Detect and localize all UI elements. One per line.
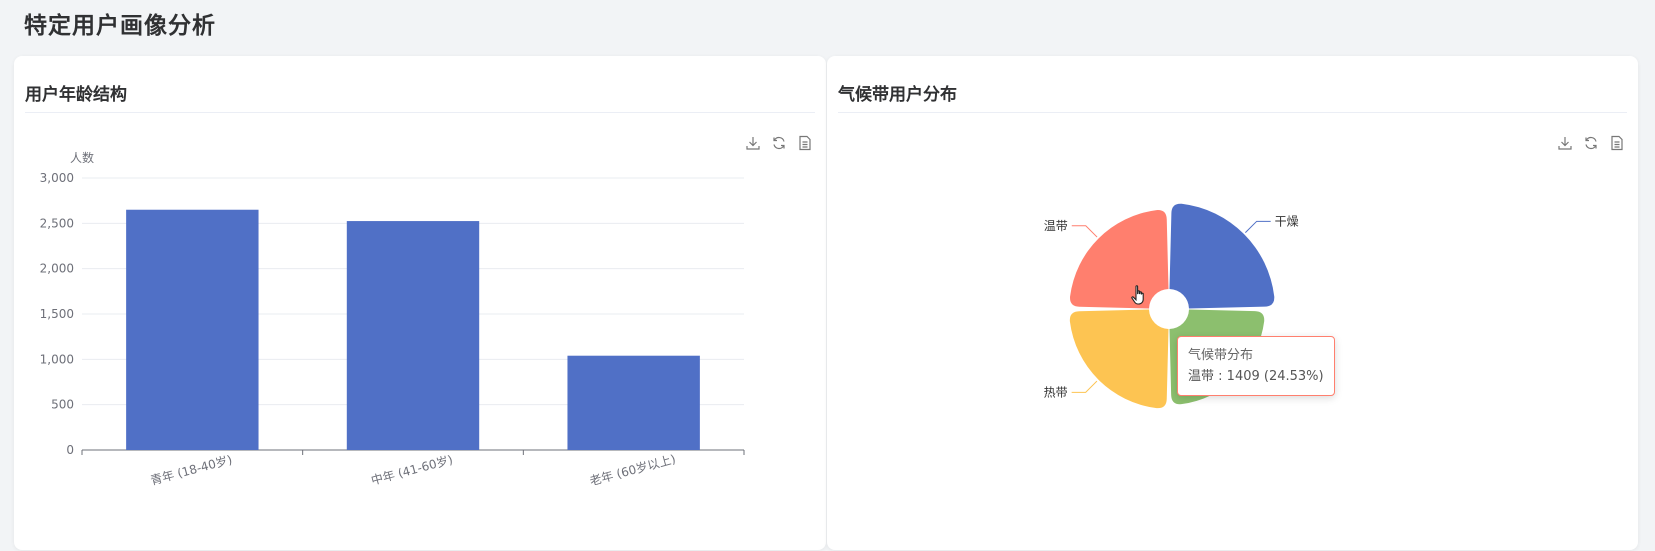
tooltip-separator: : [1214, 369, 1227, 384]
x-tick-label: 老年 (60岁以上) [588, 451, 677, 488]
pie-label: 干燥 [1275, 214, 1299, 228]
y-tick-label: 2,000 [40, 262, 74, 276]
x-tick-label: 青年 (18-40岁) [149, 452, 234, 488]
y-tick-label: 3,000 [40, 171, 74, 185]
pie-tooltip: 气候带分布 温带 : 1409 (24.53%) [1177, 336, 1335, 396]
x-tick-label: 中年 (41-60岁) [369, 452, 454, 488]
y-tick-label: 0 [66, 443, 74, 457]
climate-pie-chart: 干燥寒带热带温带 [1044, 203, 1299, 409]
pie-slice [1070, 210, 1169, 309]
age-structure-card: 用户年龄结构 0 500 1,000 1,500 2,000 2,500 3,000 人数 青年… [14, 56, 826, 550]
y-axis-label: 人数 [70, 150, 94, 165]
pie-slice [1069, 309, 1169, 409]
bar [126, 209, 259, 450]
y-tick-label: 1,000 [40, 352, 74, 366]
climate-distribution-card: 气候带用户分布 干燥寒带热带温带 气候带分布 温带 : 1409 (24.53%… [827, 56, 1638, 550]
y-tick-label: 500 [51, 398, 74, 412]
pie-label-line [1245, 220, 1271, 233]
bar [567, 355, 700, 450]
tooltip-item-name: 温带 [1188, 369, 1215, 384]
tooltip-row: 温带 : 1409 (24.53%) [1188, 366, 1324, 387]
pie-label: 热带 [1044, 385, 1068, 399]
pie-slice [1169, 203, 1275, 309]
page-title: 特定用户画像分析 [24, 13, 216, 39]
age-bar-chart: 0 500 1,000 1,500 2,000 2,500 3,000 人数青年 (18-40… [40, 150, 745, 488]
bar [346, 221, 480, 450]
tooltip-series-name: 气候带分布 [1188, 348, 1254, 363]
hand-cursor-icon [1131, 285, 1144, 305]
y-tick-label: 2,500 [40, 216, 74, 230]
pie-label-line [1071, 380, 1098, 393]
pie-label: 温带 [1044, 219, 1068, 233]
y-tick-label: 1,500 [40, 307, 74, 321]
tooltip-item-value: 1409 (24.53%) [1226, 369, 1324, 384]
pie-label-line [1071, 225, 1098, 238]
